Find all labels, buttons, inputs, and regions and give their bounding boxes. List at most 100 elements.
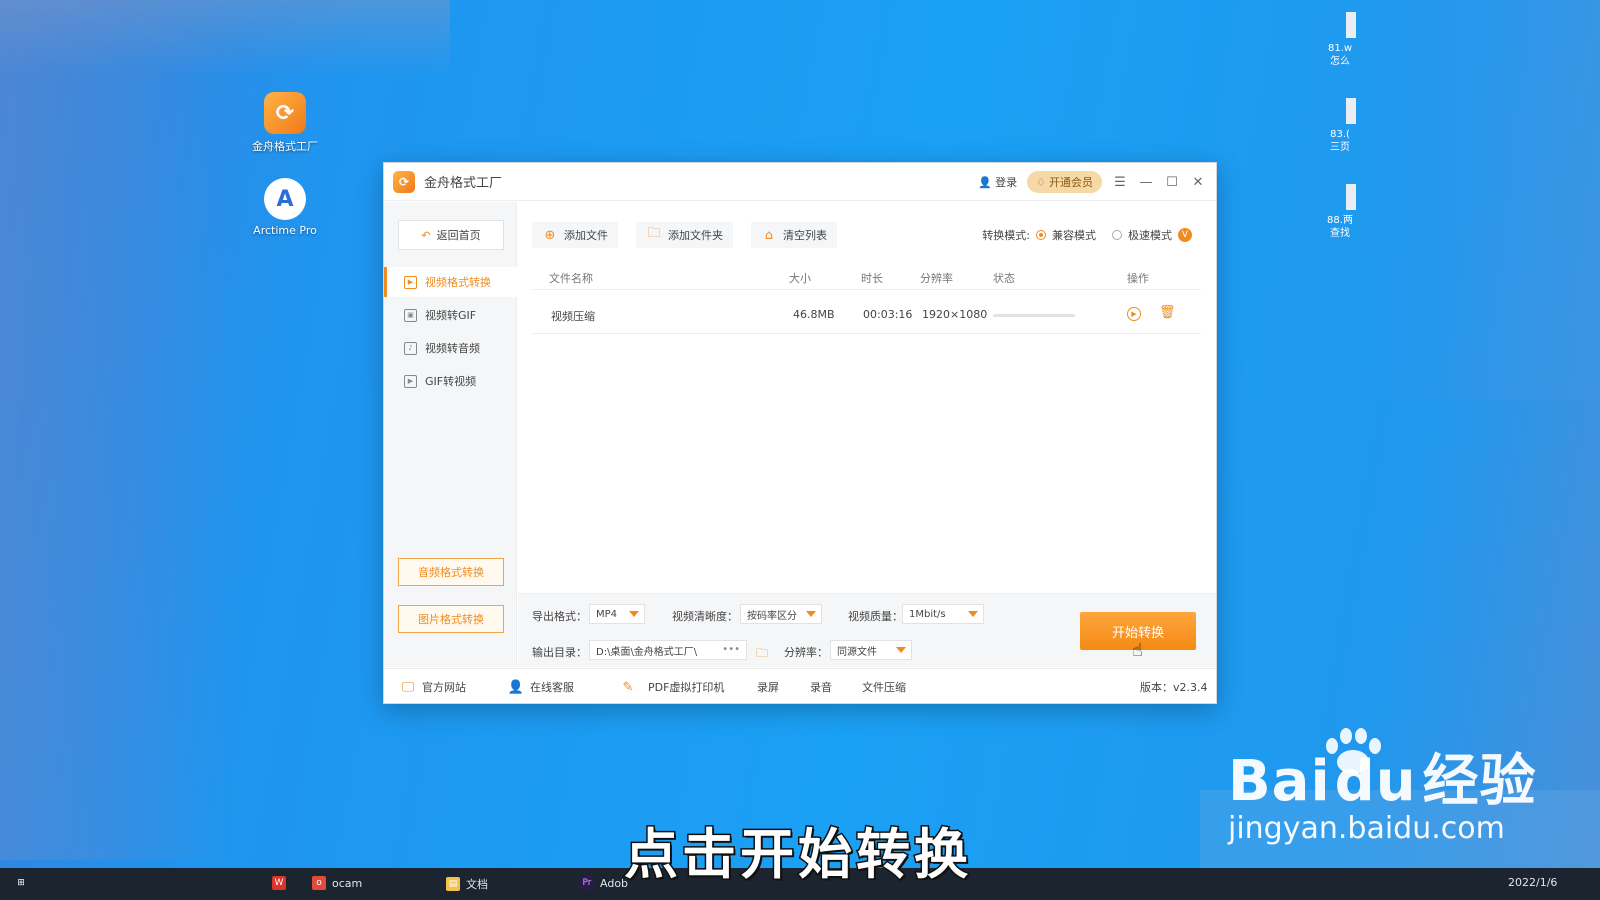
folder-icon: 🗀 bbox=[647, 226, 661, 241]
baidu-brand-bai: Bai bbox=[1228, 749, 1331, 814]
desktop-icon-label: 83.( bbox=[1330, 129, 1350, 140]
login-button[interactable]: 👤 登录 bbox=[978, 174, 1017, 190]
row-resolution: 1920×1080 bbox=[922, 308, 988, 321]
resolution-select[interactable]: 同源文件 bbox=[830, 640, 912, 660]
folder-icon: ▤ bbox=[446, 877, 460, 891]
sidebar-item-label: 视频转GIF bbox=[425, 309, 477, 322]
add-file-button[interactable]: ⊕ 添加文件 bbox=[532, 222, 618, 248]
taskbar-docs[interactable]: ▤ 文档 bbox=[446, 876, 488, 892]
desktop-icon-label: Arctime Pro bbox=[253, 224, 317, 237]
music-icon: ♪ bbox=[404, 341, 417, 355]
menu-icon[interactable]: ☰ bbox=[1112, 175, 1128, 190]
vip-label: 开通会员 bbox=[1049, 176, 1093, 189]
sidebar-item-gif-to-video[interactable]: ▶ GIF转视频 bbox=[384, 366, 517, 396]
desktop-icon-right-1[interactable]: 81.w 怎么 bbox=[1320, 12, 1360, 68]
clarity-label: 视频清晰度： bbox=[672, 610, 738, 623]
output-settings: 导出格式： MP4 视频清晰度： 按码率区分 视频质量： 1Mbit/s 输出目… bbox=[518, 593, 1216, 667]
app-window: ⟳ 金舟格式工厂 👤 登录 ♢ 开通会员 ☰ — ☐ ✕ ↶ 返回首页 ▶ 视频… bbox=[383, 162, 1217, 704]
quality-value: 1Mbit/s bbox=[909, 608, 946, 620]
sidebar-item-video-to-audio[interactable]: ♪ 视频转音频 bbox=[384, 333, 517, 363]
caret-down-icon bbox=[896, 647, 906, 653]
clear-list-button[interactable]: ⌂ 清空列表 bbox=[751, 222, 837, 248]
sidebar: ↶ 返回首页 ▶ 视频格式转换 ▣ 视频转GIF ♪ 视频转音频 ▶ GIF转视… bbox=[384, 202, 517, 667]
file-icon bbox=[1346, 184, 1356, 210]
baidu-brand-du: du bbox=[1334, 749, 1417, 814]
row-duration: 00:03:16 bbox=[863, 308, 913, 321]
taskbar-ocam[interactable]: o ocam bbox=[312, 876, 362, 890]
mouse-pointer-icon: ☝ bbox=[1132, 640, 1143, 661]
format-select[interactable]: MP4 bbox=[589, 604, 645, 624]
conversion-progress bbox=[993, 314, 1075, 317]
back-home-button[interactable]: ↶ 返回首页 bbox=[398, 220, 504, 250]
browse-more-icon[interactable]: ••• bbox=[722, 644, 740, 655]
vip-button[interactable]: ♢ 开通会员 bbox=[1027, 171, 1102, 193]
taskbar-clock[interactable]: 2022/1/6 bbox=[1508, 876, 1557, 889]
monitor-icon: 🖵 bbox=[401, 679, 415, 695]
add-folder-label: 添加文件夹 bbox=[668, 229, 723, 242]
back-home-label: 返回首页 bbox=[436, 229, 481, 242]
trash-icon[interactable]: 🗑 bbox=[1159, 305, 1176, 321]
online-service-label: 在线客服 bbox=[530, 681, 574, 694]
windows-icon: ⊞ bbox=[17, 878, 25, 888]
desktop-icon-jinzhou[interactable]: ⟳ 金舟格式工厂 bbox=[245, 92, 325, 154]
minimize-icon[interactable]: — bbox=[1138, 175, 1154, 190]
desktop-blur-left bbox=[0, 0, 240, 860]
resolution-label: 分辨率： bbox=[784, 646, 828, 659]
compat-mode-label: 兼容模式 bbox=[1052, 229, 1096, 242]
login-label: 登录 bbox=[995, 176, 1018, 189]
play-icon[interactable]: ▶ bbox=[1127, 307, 1141, 321]
user-icon: 👤 bbox=[507, 679, 525, 695]
folder-icon[interactable]: 🗀 bbox=[756, 644, 772, 660]
desktop-icon-right-2[interactable]: 83.( 三页 bbox=[1320, 98, 1360, 154]
maximize-icon[interactable]: ☐ bbox=[1164, 175, 1180, 190]
record-audio-link[interactable]: 录音 bbox=[810, 679, 832, 695]
format-label: 导出格式： bbox=[532, 610, 587, 623]
audio-convert-button[interactable]: 音频格式转换 bbox=[398, 558, 504, 586]
desktop-blur-top bbox=[0, 0, 450, 75]
file-compress-link[interactable]: 文件压缩 bbox=[862, 679, 906, 695]
rocket-icon: ✎ bbox=[622, 679, 634, 695]
plus-circle-icon: ⊕ bbox=[544, 227, 556, 243]
taskbar-adobe[interactable]: Pr Adob bbox=[580, 876, 628, 890]
clarity-select[interactable]: 按码率区分 bbox=[740, 604, 822, 624]
compat-mode-radio[interactable] bbox=[1036, 230, 1046, 240]
desktop-icon-right-3[interactable]: 88.两 查找 bbox=[1320, 184, 1360, 240]
video-icon: ▶ bbox=[404, 275, 417, 289]
close-icon[interactable]: ✕ bbox=[1190, 175, 1206, 190]
website-link[interactable]: 🖵 官方网站 bbox=[400, 679, 466, 695]
online-service-link[interactable]: 👤 在线客服 bbox=[508, 679, 574, 695]
pdf-printer-link[interactable]: ✎ PDF虚拟打印机 bbox=[620, 679, 725, 695]
sidebar-item-video-to-gif[interactable]: ▣ 视频转GIF bbox=[384, 300, 517, 330]
sidebar-item-video-convert[interactable]: ▶ 视频格式转换 bbox=[384, 267, 517, 297]
desktop-blur-right bbox=[1350, 0, 1600, 400]
toolbar: ⊕ 添加文件 🗀 添加文件夹 ⌂ 清空列表 bbox=[532, 222, 837, 248]
output-dir-field[interactable]: D:\桌面\金舟格式工厂\ ••• bbox=[589, 640, 747, 660]
desktop-icon-arctime[interactable]: A Arctime Pro bbox=[245, 178, 325, 237]
add-folder-button[interactable]: 🗀 添加文件夹 bbox=[636, 222, 733, 248]
file-icon bbox=[1346, 98, 1356, 124]
output-dir-label: 输出目录： bbox=[532, 646, 587, 659]
user-icon: 👤 bbox=[978, 175, 993, 189]
taskbar-wps[interactable]: W bbox=[272, 876, 286, 890]
header-status: 状态 bbox=[993, 272, 1015, 285]
start-button[interactable]: ⊞ bbox=[14, 876, 28, 890]
diamond-icon: ♢ bbox=[1036, 175, 1046, 189]
video-subtitle: 点击开始转换 bbox=[623, 822, 972, 888]
row-size: 46.8MB bbox=[793, 308, 835, 321]
fast-mode-radio[interactable] bbox=[1112, 230, 1122, 240]
table-header: 文件名称 大小 时长 分辨率 状态 操作 bbox=[533, 264, 1201, 290]
premiere-icon: Pr bbox=[580, 876, 594, 890]
convert-mode: 转换模式: 兼容模式 极速模式 V bbox=[982, 227, 1192, 243]
baidu-watermark: Baidu 经验 jingyan.baidu.com bbox=[1228, 736, 1537, 846]
quality-select[interactable]: 1Mbit/s bbox=[902, 604, 984, 624]
header-resolution: 分辨率 bbox=[920, 272, 953, 285]
record-screen-link[interactable]: 录屏 bbox=[757, 679, 779, 695]
taskbar-label: 文档 bbox=[466, 878, 488, 891]
table-row[interactable]: 视频压缩 46.8MB 00:03:16 1920×1080 ▶ 🗑 bbox=[533, 296, 1201, 334]
wps-icon: W bbox=[272, 876, 286, 890]
header-size: 大小 bbox=[789, 272, 811, 285]
taskbar-label: ocam bbox=[332, 876, 363, 890]
caret-down-icon bbox=[629, 611, 639, 617]
desktop-icon-label: 怎么 bbox=[1330, 56, 1350, 67]
image-convert-button[interactable]: 图片格式转换 bbox=[398, 605, 504, 633]
